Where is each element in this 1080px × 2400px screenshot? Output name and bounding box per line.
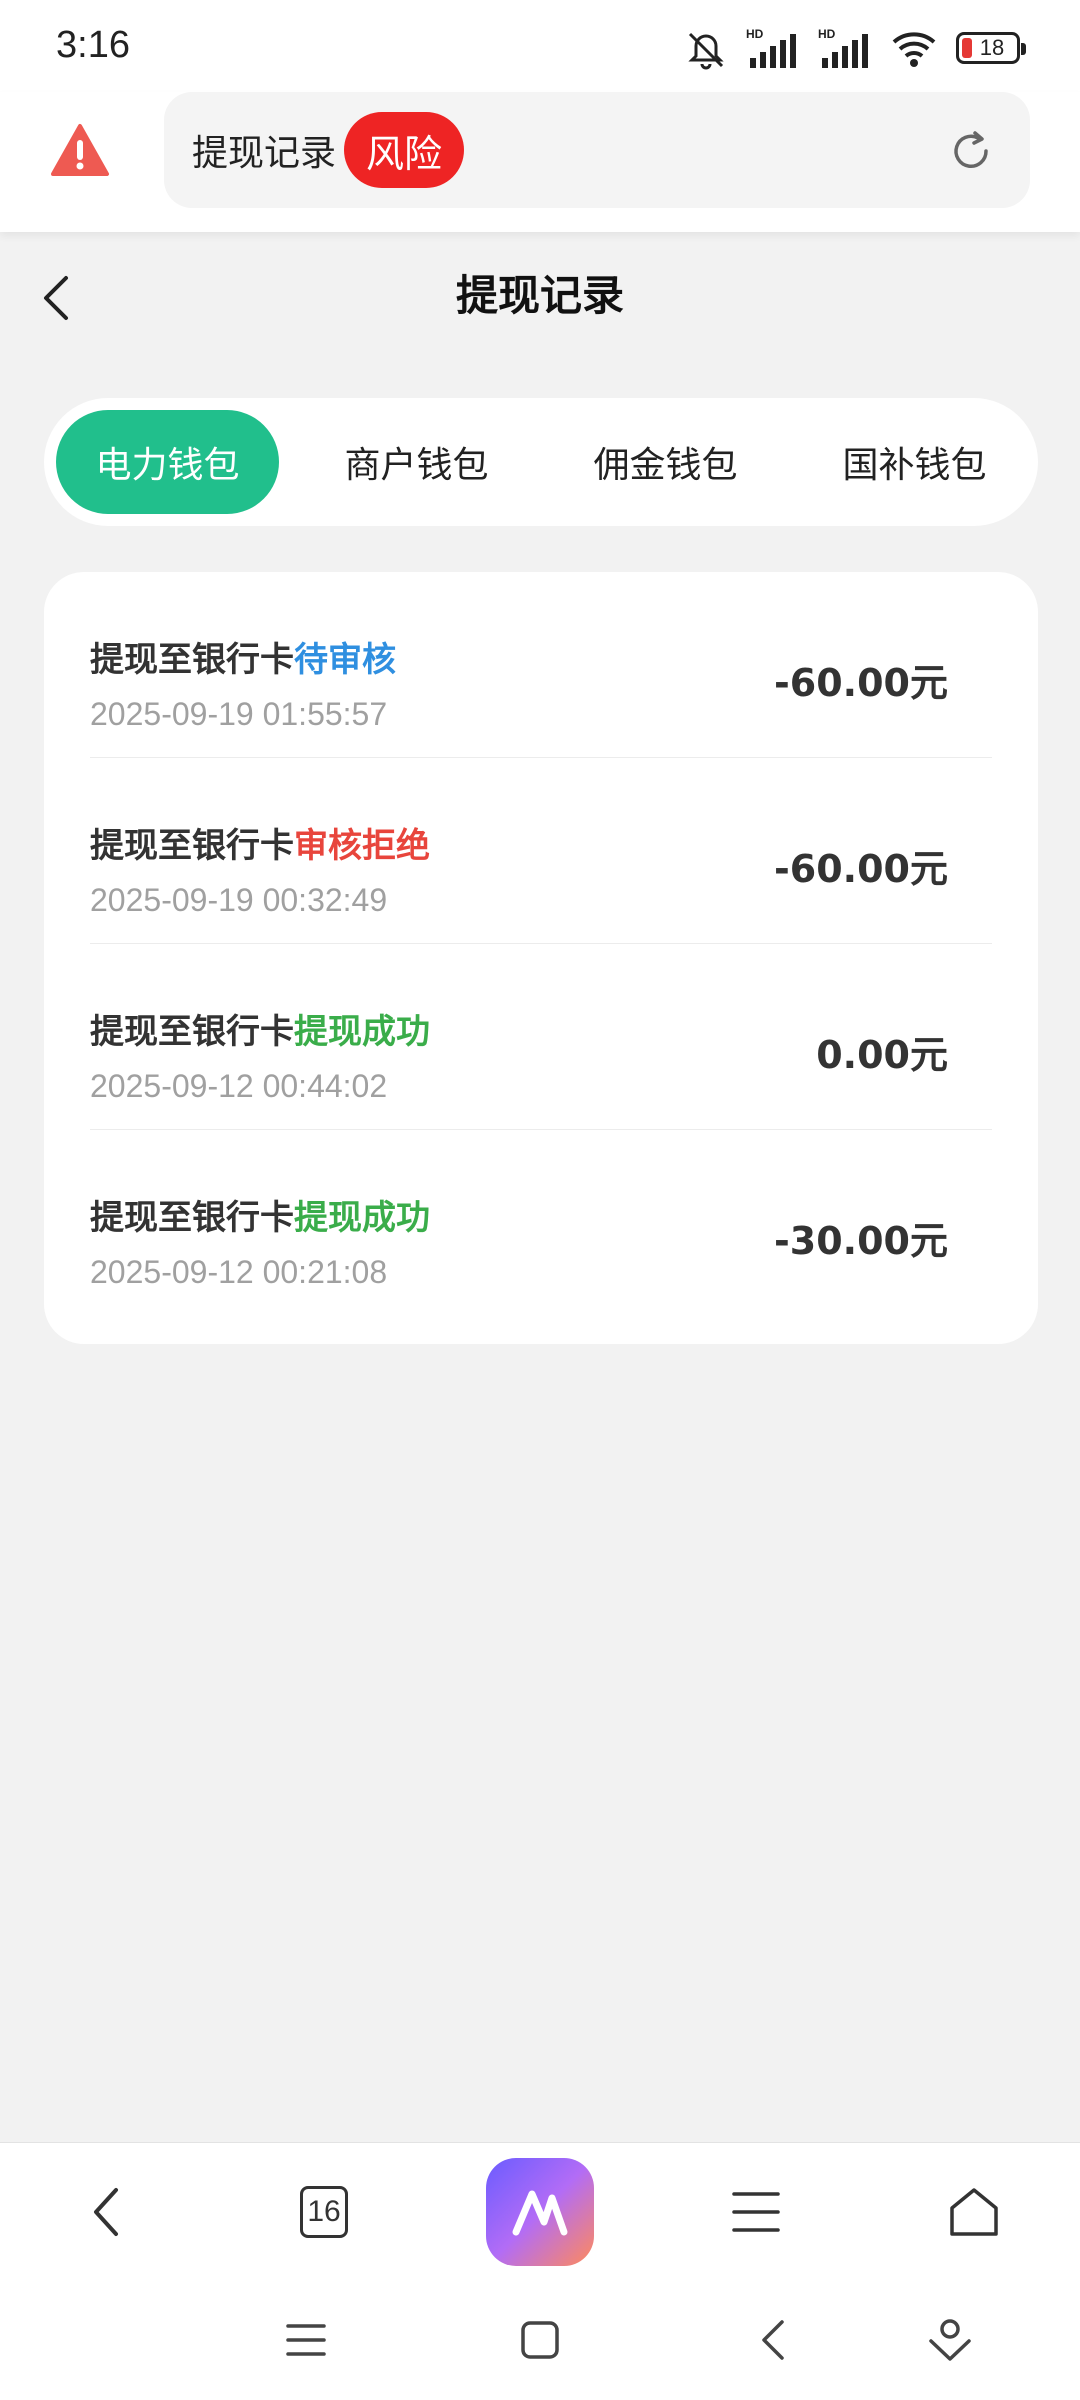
system-back-icon xyxy=(762,2320,784,2360)
tab-commission-wallet[interactable]: 佣金钱包 xyxy=(554,410,777,514)
warning-icon[interactable] xyxy=(50,122,110,178)
withdrawal-records-list: 提现至银行卡待审核 2025-09-19 01:55:57 -60.00元 提现… xyxy=(44,572,1038,1344)
browser-address-bar: 提现记录 风险 xyxy=(0,92,1080,232)
tab-merchant-wallet[interactable]: 商户钱包 xyxy=(305,410,528,514)
tabs-button[interactable]: 16 xyxy=(264,2143,384,2281)
svg-text:HD: HD xyxy=(746,27,764,41)
signal-hd-2-icon: HD xyxy=(818,27,868,68)
record-amount: 0.00元 xyxy=(816,1033,948,1077)
url-text: 提现记录 xyxy=(192,133,337,174)
record-status: 待审核 xyxy=(294,640,396,680)
mute-bell-icon xyxy=(688,32,724,70)
list-item[interactable]: 提现至银行卡待审核 2025-09-19 01:55:57 -60.00元 xyxy=(90,572,992,758)
svg-text:HD: HD xyxy=(818,27,836,41)
list-item[interactable]: 提现至银行卡审核拒绝 2025-09-19 00:32:49 -60.00元 xyxy=(90,758,992,944)
recents-menu-icon xyxy=(286,2324,326,2356)
page-title: 提现记录 xyxy=(455,271,624,320)
risk-badge[interactable]: 风险 xyxy=(344,112,465,188)
tab-count: 16 xyxy=(300,2186,348,2238)
record-time: 2025-09-12 00:44:02 xyxy=(90,1068,388,1104)
menu-icon xyxy=(732,2192,780,2232)
record-amount: -30.00元 xyxy=(774,1219,948,1263)
list-item[interactable]: 提现至银行卡提现成功 2025-09-12 00:44:02 0.00元 xyxy=(90,944,992,1130)
chevron-left-icon xyxy=(94,2188,118,2236)
system-back-button[interactable] xyxy=(734,2300,814,2380)
status-icons: HD HD 18 xyxy=(684,26,1026,70)
battery-level: 18 xyxy=(979,35,1005,60)
record-amount: -60.00元 xyxy=(774,847,948,891)
assistant-icon xyxy=(929,2319,971,2361)
wifi-icon xyxy=(892,32,936,67)
record-time: 2025-09-19 00:32:49 xyxy=(90,882,388,918)
record-amount: -60.00元 xyxy=(774,661,948,705)
record-status: 提现成功 xyxy=(294,1012,430,1052)
signal-hd-1-icon: HD xyxy=(746,27,796,68)
system-nav-bar xyxy=(0,2280,1080,2400)
status-time: 3:16 xyxy=(56,24,130,66)
page-header: 提现记录 xyxy=(0,232,1080,362)
system-assistant-button[interactable] xyxy=(910,2300,990,2380)
record-title: 提现至银行卡 xyxy=(90,1012,294,1052)
url-field[interactable]: 提现记录 风险 xyxy=(164,92,1030,208)
record-status: 提现成功 xyxy=(294,1198,430,1238)
battery-indicator: 18 xyxy=(956,32,1026,64)
browser-bottom-nav: 16 xyxy=(0,2142,1080,2280)
record-time: 2025-09-19 01:55:57 xyxy=(90,696,388,732)
refresh-icon[interactable] xyxy=(948,128,994,174)
record-title: 提现至银行卡 xyxy=(90,640,294,680)
menu-button[interactable] xyxy=(696,2143,816,2281)
ai-assistant-button[interactable] xyxy=(480,2143,600,2281)
nav-back-button[interactable] xyxy=(46,2143,166,2281)
record-status: 审核拒绝 xyxy=(294,826,430,866)
list-item[interactable]: 提现至银行卡提现成功 2025-09-12 00:21:08 -30.00元 xyxy=(90,1130,992,1316)
tab-subsidy-wallet[interactable]: 国补钱包 xyxy=(803,410,1026,514)
record-title: 提现至银行卡 xyxy=(90,1198,294,1238)
home-icon xyxy=(950,2188,998,2236)
ai-logo-icon xyxy=(486,2158,594,2266)
wallet-tabs: 电力钱包 商户钱包 佣金钱包 国补钱包 xyxy=(44,398,1038,526)
record-time: 2025-09-12 00:21:08 xyxy=(90,1254,388,1290)
status-bar: 3:16 HD HD 18 xyxy=(0,0,1080,92)
tab-power-wallet[interactable]: 电力钱包 xyxy=(56,410,279,514)
system-recents-button[interactable] xyxy=(266,2300,346,2380)
system-home-button[interactable] xyxy=(500,2300,580,2380)
record-title: 提现至银行卡 xyxy=(90,826,294,866)
home-button[interactable] xyxy=(914,2143,1034,2281)
square-home-icon xyxy=(521,2321,559,2359)
